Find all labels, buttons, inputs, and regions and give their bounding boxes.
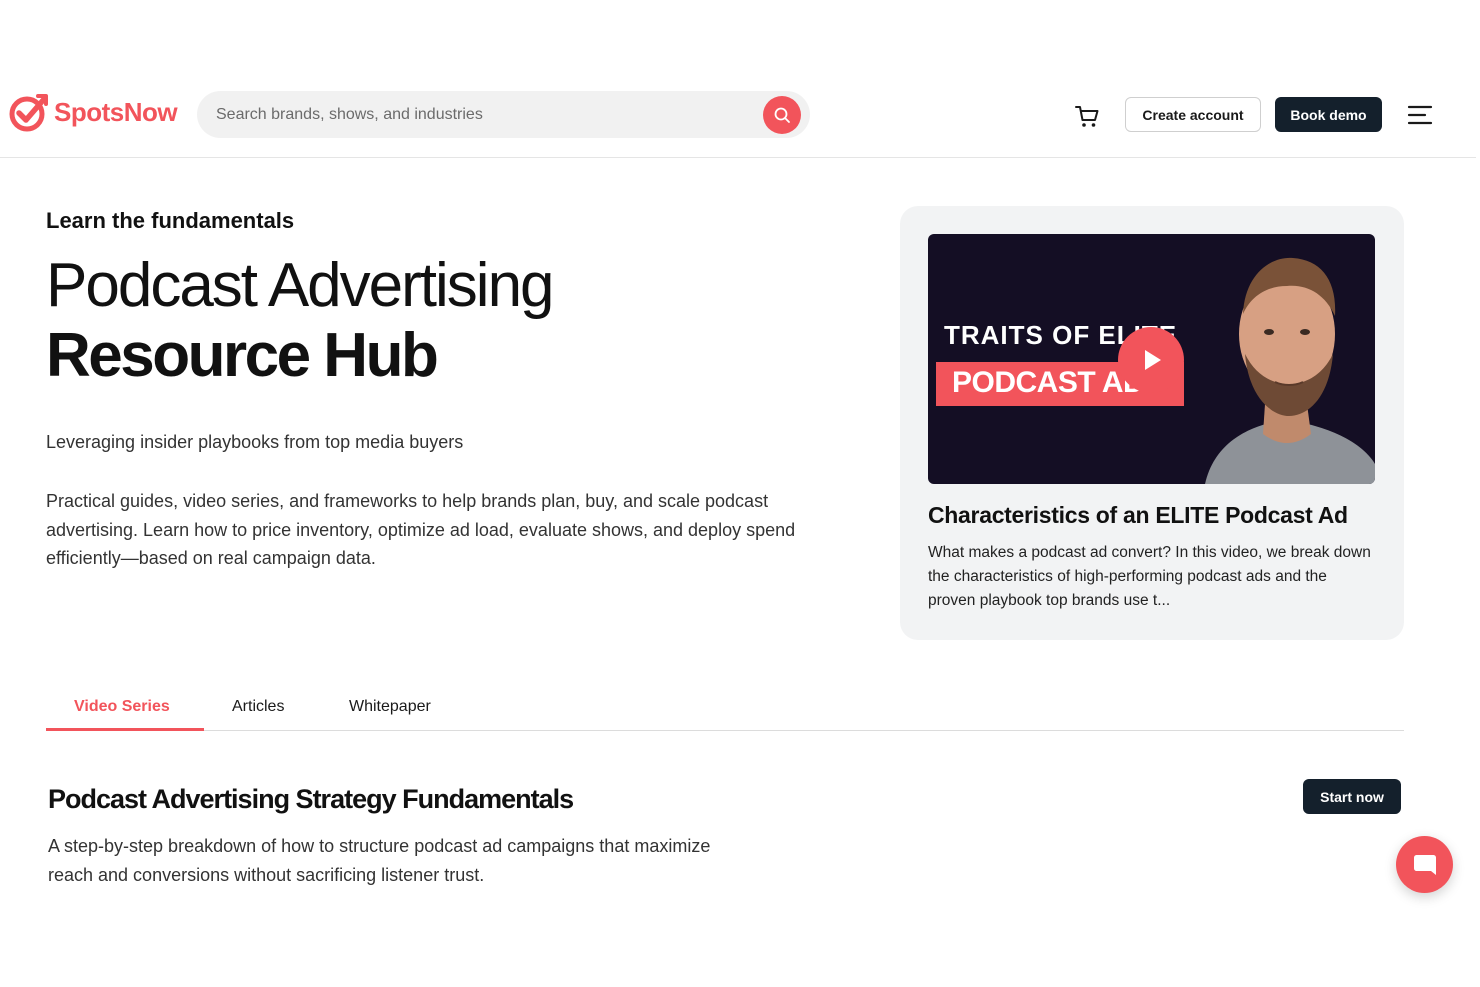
site-header: SpotsNow Create account Book demo	[0, 72, 1476, 158]
hero-title-line1: Podcast Advertising	[46, 251, 555, 320]
play-icon	[1145, 350, 1161, 370]
create-account-button[interactable]: Create account	[1125, 97, 1261, 132]
chat-launcher[interactable]	[1396, 836, 1453, 893]
play-button[interactable]	[1118, 327, 1184, 393]
logo[interactable]: SpotsNow	[8, 92, 178, 132]
video-description: What makes a podcast ad convert? In this…	[928, 544, 1371, 609]
presenter-portrait	[1205, 257, 1375, 484]
hamburger-menu-icon[interactable]	[1407, 102, 1433, 128]
start-now-button[interactable]: Start now	[1303, 779, 1401, 814]
hero-subtitle: Leveraging insider playbooks from top me…	[46, 432, 464, 452]
featured-video-card: TRAITS OF ELITE PODCAST ADS Characterist…	[900, 206, 1404, 640]
video-title[interactable]: Characteristics of an ELITE Podcast Ad	[928, 502, 1348, 529]
hero-description: Practical guides, video series, and fram…	[46, 491, 796, 568]
chat-bubble-icon	[1413, 854, 1436, 875]
hero-eyebrow: Learn the fundamentals	[46, 208, 295, 233]
content-tabs: Video Series Articles Whitepaper	[46, 690, 1404, 731]
search-bar	[197, 91, 810, 138]
book-demo-button[interactable]: Book demo	[1275, 97, 1382, 132]
logo-check-icon	[9, 94, 48, 132]
tab-whitepaper[interactable]: Whitepaper	[349, 698, 431, 716]
hero-title-line2: Resource Hub	[46, 321, 439, 390]
series-description: A step-by-step breakdown of how to struc…	[48, 836, 711, 885]
search-icon	[774, 107, 790, 123]
video-thumbnail[interactable]: TRAITS OF ELITE PODCAST ADS	[928, 234, 1375, 484]
active-tab-indicator	[46, 728, 204, 731]
tab-video-series[interactable]: Video Series	[74, 698, 170, 716]
tab-articles[interactable]: Articles	[232, 698, 284, 716]
series-title: Podcast Advertising Strategy Fundamental…	[48, 784, 574, 814]
search-button[interactable]	[763, 96, 801, 134]
logo-text: SpotsNow	[54, 96, 178, 127]
cart-icon[interactable]	[1073, 102, 1101, 130]
search-input[interactable]	[216, 105, 756, 124]
